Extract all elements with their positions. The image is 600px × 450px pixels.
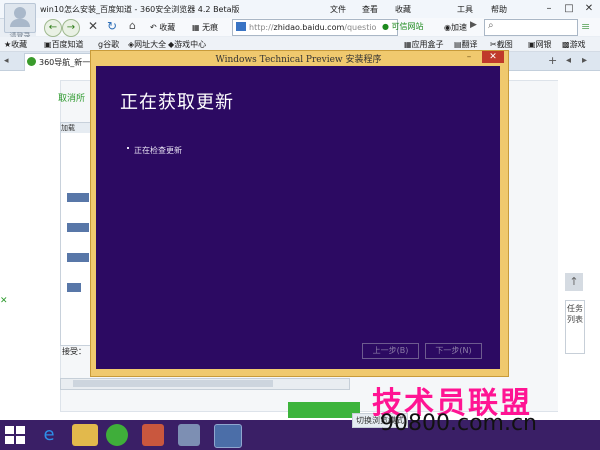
menu-favorites[interactable]: 收藏 xyxy=(395,4,411,15)
bookmark-games[interactable]: ▩游戏 xyxy=(562,39,586,50)
close-icon[interactable]: ✕ xyxy=(580,1,598,16)
bookmark-url-directory[interactable]: ◈网址大全 xyxy=(128,39,166,50)
trusted-site-badge[interactable]: ● 可信网站 xyxy=(382,19,424,34)
tab-scroll-left-icon[interactable]: ◂ xyxy=(566,55,571,66)
stop-icon[interactable]: ✕ xyxy=(88,19,98,33)
watermark-url: 90800.com.cn xyxy=(380,411,537,436)
scroll-top-icon[interactable]: ↑ xyxy=(565,273,583,291)
bookmark-online-bank[interactable]: ▣网银 xyxy=(528,39,552,50)
setup-app-icon[interactable] xyxy=(214,424,242,448)
menu-help[interactable]: 帮助 xyxy=(491,4,507,15)
back-icon[interactable]: ← xyxy=(44,19,62,37)
search-icon: ⌕ xyxy=(488,20,494,31)
bookmark-game-center[interactable]: ◆游戏中心 xyxy=(168,39,206,50)
tab-list-icon[interactable]: ◂ xyxy=(4,56,9,66)
horizontal-scrollbar[interactable] xyxy=(60,378,350,390)
menu-grid-icon[interactable]: ≡ xyxy=(581,20,590,33)
bookmark-app-box[interactable]: ▦应用盒子 xyxy=(404,39,444,50)
cancel-link[interactable]: 取消所 xyxy=(58,90,94,108)
address-bar[interactable]: http://zhidao.baidu.com/questio xyxy=(232,19,398,36)
next-button[interactable]: 下一步(N) xyxy=(425,343,482,359)
internet-explorer-icon[interactable]: e xyxy=(36,424,62,446)
back-button[interactable]: 上一步(B) xyxy=(362,343,419,359)
private-mode-button[interactable]: ▦ 无痕 xyxy=(192,22,218,33)
window-title: win10怎么安装_百度知道 - 360安全浏览器 4.2 Beta版 xyxy=(40,5,240,14)
minimize-icon[interactable]: – xyxy=(540,1,558,16)
go-icon[interactable]: ▶ xyxy=(470,20,477,30)
accept-label: 接受： xyxy=(62,347,86,356)
accelerate-button[interactable]: ◉加速 xyxy=(444,22,467,33)
home-icon[interactable]: ⌂ xyxy=(129,19,136,32)
dialog-close-icon[interactable]: ✕ xyxy=(482,51,504,63)
menu-file[interactable]: 文件 xyxy=(330,4,346,15)
progress-dot-icon xyxy=(127,147,129,149)
dialog-status: 正在检查更新 xyxy=(134,146,182,155)
tool-icon[interactable] xyxy=(178,424,200,446)
refresh-icon[interactable]: ↻ xyxy=(107,19,117,33)
tab-scroll-right-icon[interactable]: ▸ xyxy=(582,55,587,66)
tab-favicon xyxy=(27,57,36,66)
search-input[interactable] xyxy=(484,19,578,36)
menu-tools[interactable]: 工具 xyxy=(457,4,473,15)
menu-view[interactable]: 查看 xyxy=(362,4,378,15)
bookmark-screenshot[interactable]: ✂截图 xyxy=(490,39,513,50)
close-icon[interactable]: ✕ xyxy=(0,296,8,306)
right-sidebar xyxy=(558,72,600,420)
task-list-button[interactable]: 任务列表 xyxy=(565,300,585,354)
user-avatar[interactable] xyxy=(4,3,36,33)
maximize-icon[interactable]: □ xyxy=(560,1,578,16)
bookmark-translate[interactable]: ▤翻译 xyxy=(454,39,478,50)
forward-icon[interactable]: → xyxy=(62,19,80,37)
dialog-heading: 正在获取更新 xyxy=(120,92,234,113)
start-icon[interactable] xyxy=(5,426,25,444)
dialog-title: Windows Technical Preview 安装程序 xyxy=(215,55,382,65)
bookmark-baidu-zhidao[interactable]: ▣百度知道 xyxy=(44,39,84,50)
bookmark-google[interactable]: g谷歌 xyxy=(98,39,119,50)
new-tab-icon[interactable]: + xyxy=(548,54,557,67)
favorites-button[interactable]: ↶ 收藏 xyxy=(150,22,175,33)
page-icon xyxy=(236,22,246,31)
green-action-button[interactable] xyxy=(288,402,360,418)
file-explorer-icon[interactable] xyxy=(72,424,98,446)
dialog-minimize-icon[interactable]: – xyxy=(462,51,476,63)
app-icon[interactable] xyxy=(142,424,164,446)
bookmark-favorites[interactable]: ★收藏 xyxy=(4,39,27,50)
browser-360-icon[interactable] xyxy=(106,424,128,446)
